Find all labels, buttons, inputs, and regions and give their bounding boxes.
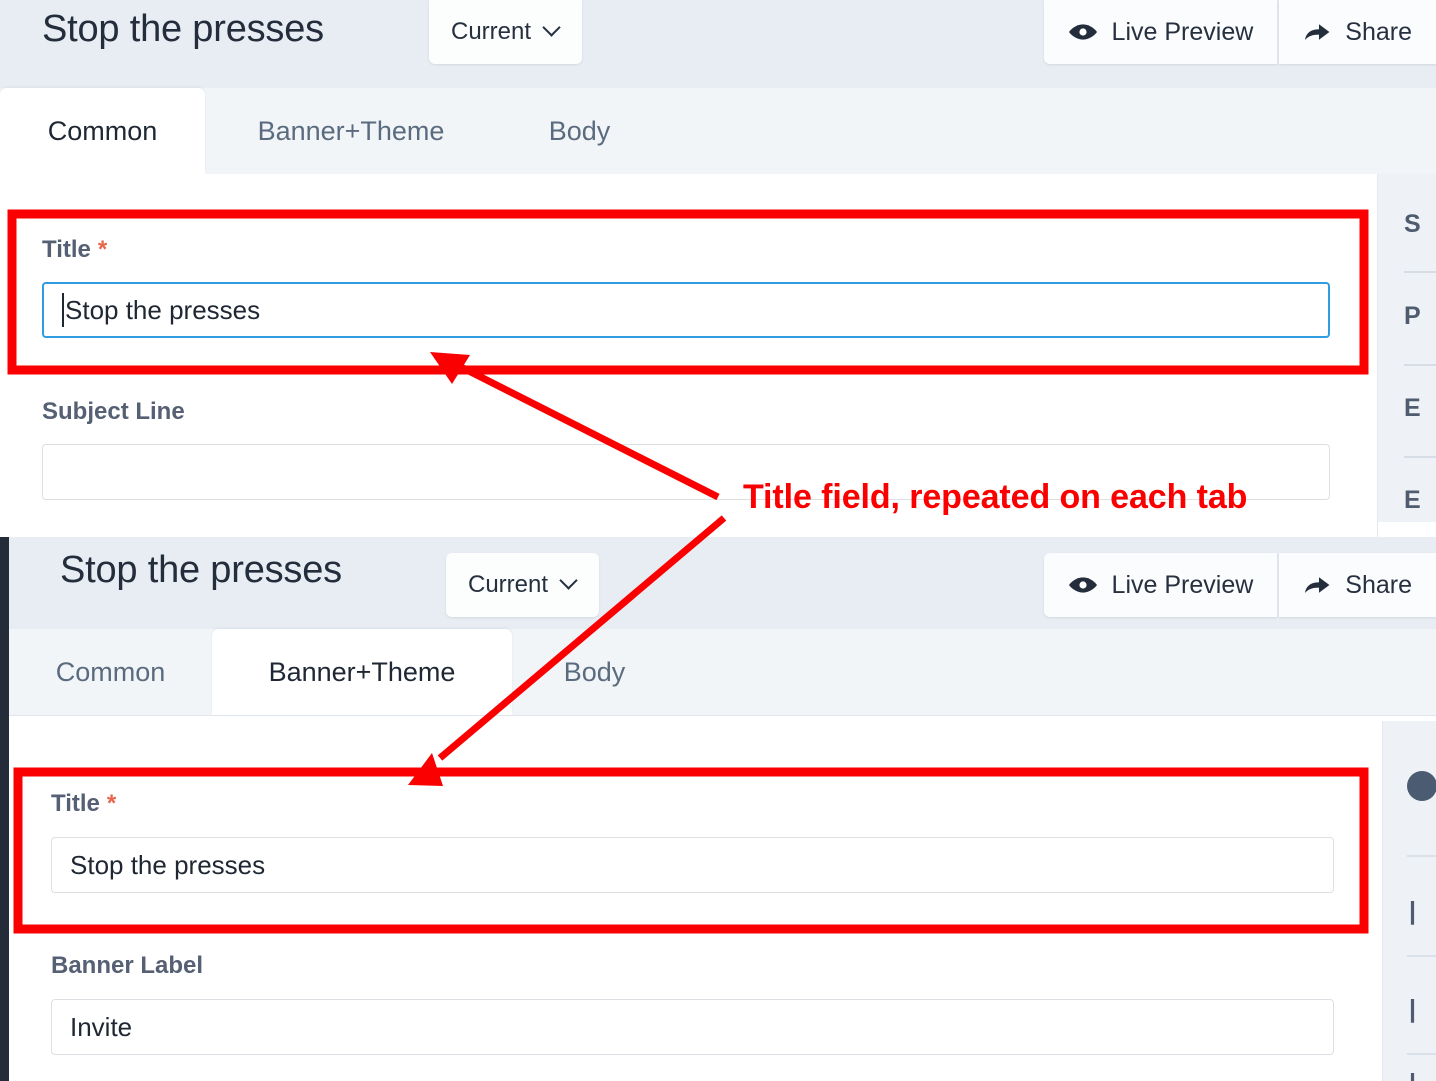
panel-b-field-layer: Title * Stop the presses Banner Label Inv… bbox=[0, 0, 1436, 1081]
screenshot-stage: Stop the presses Current Live Preview Sh… bbox=[0, 0, 1436, 1081]
banner-label-input-value: Invite bbox=[70, 1011, 133, 1042]
annotation-label: Title field, repeated on each tab bbox=[743, 478, 1248, 516]
title-input-value: Stop the presses bbox=[70, 849, 266, 880]
banner-label-input[interactable]: Invite bbox=[51, 999, 1334, 1055]
left-rail bbox=[0, 537, 9, 1081]
title-input[interactable]: Stop the presses bbox=[51, 837, 1334, 893]
banner-label-field-label: Banner Label bbox=[51, 952, 203, 980]
required-marker: * bbox=[106, 790, 117, 817]
title-field-label: Title * bbox=[51, 790, 116, 818]
title-label-text: Title bbox=[51, 790, 100, 817]
banner-label-label-text: Banner Label bbox=[51, 952, 204, 979]
